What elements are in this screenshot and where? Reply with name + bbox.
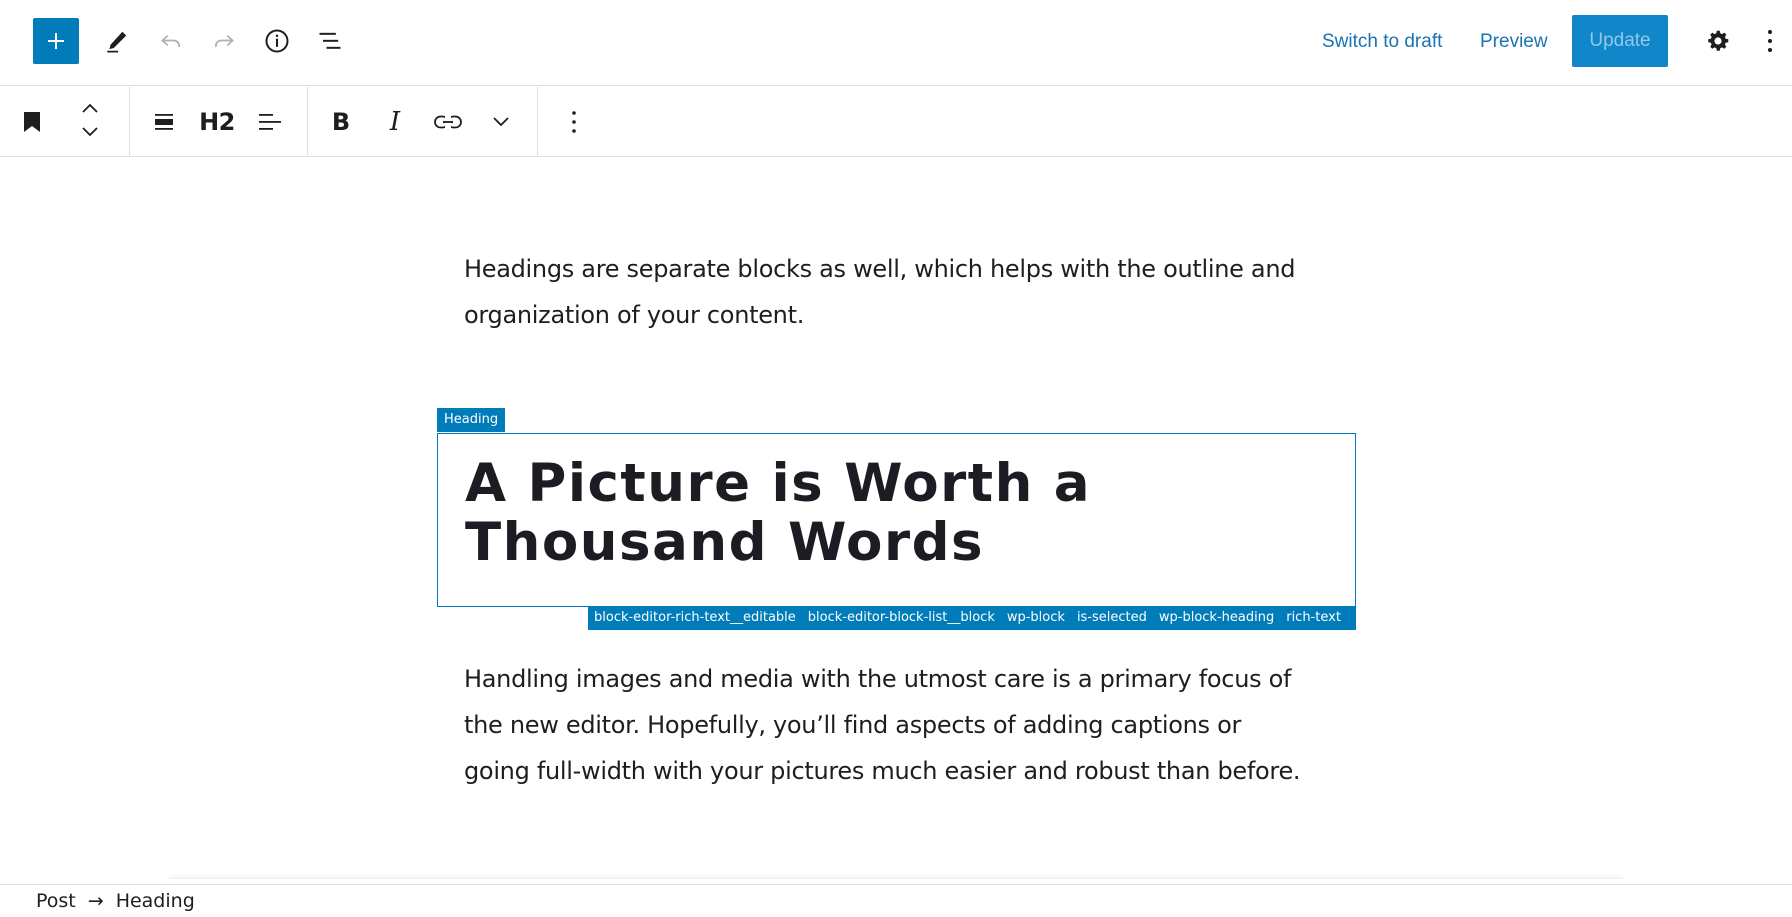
- align-wide-icon: [155, 114, 173, 130]
- block-classes-bar: block-editor-rich-text__editable block-e…: [588, 606, 1356, 630]
- block-options-button[interactable]: [551, 99, 597, 145]
- settings-button[interactable]: [1695, 18, 1741, 64]
- paragraph-block[interactable]: Handling images and media with the utmos…: [464, 656, 1304, 794]
- align-left-icon: [259, 114, 281, 130]
- list-view-icon: [319, 32, 341, 49]
- preview-button[interactable]: Preview: [1480, 26, 1548, 58]
- text-align-button[interactable]: [247, 99, 293, 145]
- class-label: wp-block: [1006, 610, 1065, 625]
- chevron-down-icon: [493, 117, 509, 127]
- toolbar-divider: [129, 87, 130, 157]
- heading-level-label: H2: [199, 108, 235, 136]
- details-button[interactable]: [254, 18, 300, 64]
- breadcrumb-heading[interactable]: Heading: [116, 890, 195, 912]
- update-button[interactable]: Update: [1572, 15, 1668, 67]
- heading-level-button[interactable]: H2: [194, 99, 240, 145]
- redo-icon: [215, 34, 234, 47]
- toolbar-divider: [537, 87, 538, 157]
- block-type-label: Heading: [437, 408, 506, 432]
- class-label: rich-text: [1286, 610, 1341, 625]
- plus-icon: [48, 33, 64, 49]
- breadcrumb-separator: →: [87, 890, 104, 912]
- heading-text[interactable]: A Picture is Worth a Thousand Words: [465, 454, 1325, 572]
- redo-button[interactable]: [201, 18, 247, 64]
- gear-icon: [1708, 30, 1729, 51]
- link-icon: [434, 115, 462, 129]
- bold-button[interactable]: B: [318, 99, 364, 145]
- class-label: is-selected: [1076, 610, 1147, 625]
- class-label: block-editor-rich-text__editable: [594, 610, 796, 625]
- bold-label: B: [331, 108, 351, 136]
- block-type-button[interactable]: [9, 99, 55, 145]
- more-vertical-icon: [572, 111, 576, 133]
- pencil-icon: [107, 31, 127, 53]
- class-label: block-editor-block-list__block: [807, 610, 995, 625]
- info-icon: [265, 29, 289, 53]
- toolbar-divider: [307, 87, 308, 157]
- tools-edit-button[interactable]: [94, 18, 140, 64]
- block-toolbar: H2 B I: [0, 87, 1792, 157]
- more-rich-text-controls-button[interactable]: [478, 99, 524, 145]
- block-inserter-button[interactable]: [33, 18, 79, 64]
- undo-button[interactable]: [148, 18, 194, 64]
- undo-icon: [161, 34, 180, 47]
- align-wide-button[interactable]: [141, 99, 187, 145]
- heading-block[interactable]: A Picture is Worth a Thousand Words: [437, 433, 1356, 607]
- block-breadcrumb: Post → Heading: [0, 884, 1792, 917]
- link-button[interactable]: [425, 99, 471, 145]
- paragraph-block[interactable]: Headings are separate blocks as well, wh…: [464, 246, 1304, 338]
- more-vertical-icon: [1768, 30, 1772, 52]
- class-label: wp-block-heading: [1158, 610, 1275, 625]
- editor-header: Switch to draft Preview Update: [0, 0, 1792, 86]
- italic-button[interactable]: I: [372, 99, 418, 145]
- move-up-button[interactable]: [76, 97, 104, 119]
- chevron-down-icon: [82, 127, 98, 137]
- switch-to-draft-button[interactable]: Switch to draft: [1322, 26, 1442, 58]
- italic-label: I: [389, 107, 401, 137]
- breadcrumb-post[interactable]: Post: [36, 890, 76, 912]
- list-view-button[interactable]: [307, 18, 353, 64]
- block-mover: [70, 97, 110, 147]
- move-down-button[interactable]: [76, 121, 104, 143]
- chevron-up-icon: [82, 103, 98, 113]
- options-menu-button[interactable]: [1752, 18, 1788, 64]
- bookmark-icon: [24, 112, 40, 132]
